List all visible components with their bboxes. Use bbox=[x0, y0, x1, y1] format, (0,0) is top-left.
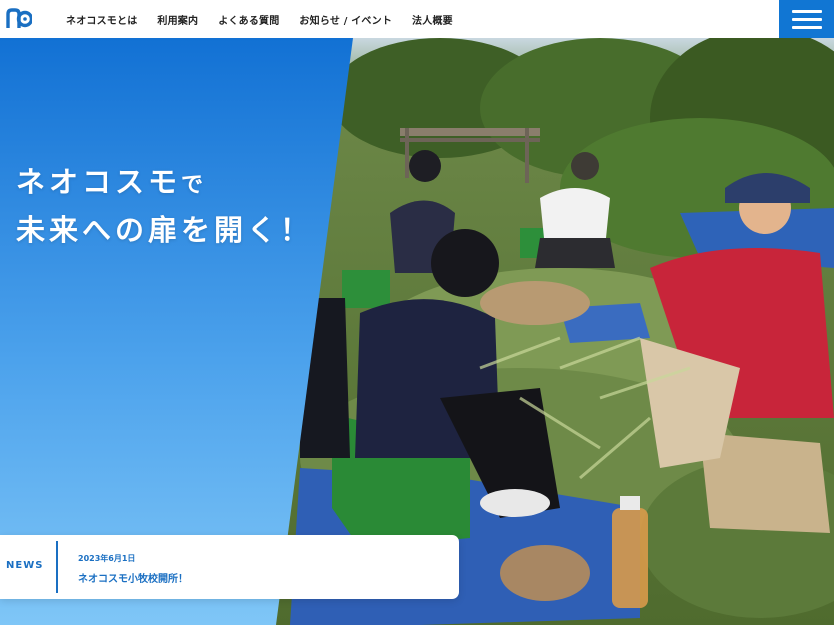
nav-item-about[interactable]: ネオコスモとは bbox=[66, 12, 137, 27]
nav-item-news-events[interactable]: お知らせ / イベント bbox=[299, 12, 392, 27]
catch-line1-suffix: で bbox=[181, 173, 208, 198]
news-card[interactable]: NEWS 2023年6月1日 ネオコスモ小牧校開所！ bbox=[0, 535, 459, 599]
catch-line1-main: ネオコスモ bbox=[16, 165, 182, 199]
nav-item-guide[interactable]: 利用案内 bbox=[157, 12, 198, 27]
catch-line2: 未来への扉を開く！ bbox=[16, 213, 314, 247]
news-divider bbox=[56, 541, 58, 593]
news-label: NEWS bbox=[6, 560, 44, 571]
news-date: 2023年6月1日 bbox=[78, 554, 136, 563]
hamburger-menu-icon bbox=[791, 9, 822, 13]
hamburger-menu-button[interactable] bbox=[779, 0, 834, 38]
global-nav: ネオコスモとは 利用案内 よくある質問 お知らせ / イベント 法人概要 bbox=[66, 0, 453, 38]
news-title-link[interactable]: ネオコスモ小牧校開所！ bbox=[78, 570, 188, 585]
nav-item-company[interactable]: 法人概要 bbox=[412, 12, 453, 27]
hero-catchphrase: ネオコスモで 未来への扉を開く！ bbox=[16, 160, 313, 252]
nav-item-faq[interactable]: よくある質問 bbox=[218, 12, 279, 27]
site-header: ネオコスモとは 利用案内 よくある質問 お知らせ / イベント 法人概要 bbox=[0, 0, 834, 38]
neocosmo-logo-icon[interactable] bbox=[6, 8, 34, 30]
